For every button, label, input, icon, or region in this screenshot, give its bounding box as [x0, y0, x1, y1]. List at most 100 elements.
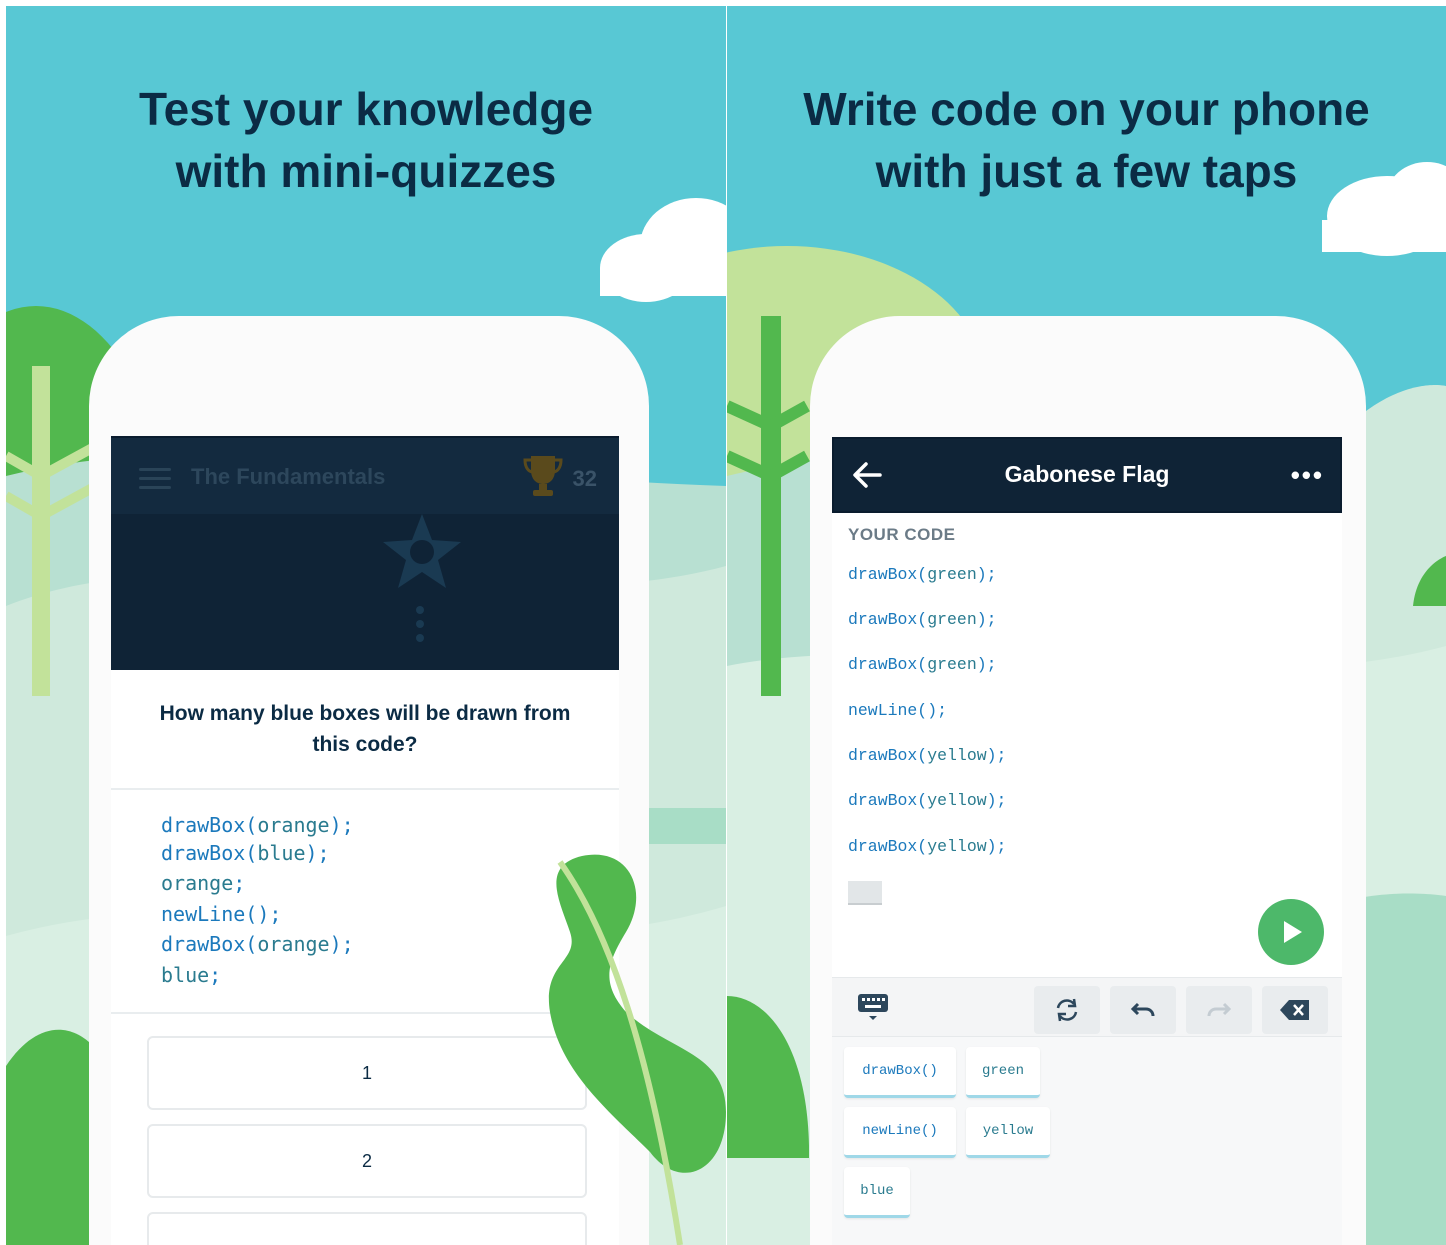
- chip-label: drawBox(): [862, 1063, 938, 1079]
- code-arg: green: [927, 610, 977, 629]
- code-fn: drawBox(: [848, 837, 928, 856]
- editor-app-bar: Gabonese Flag •••: [832, 437, 1342, 513]
- keyboard-icon[interactable]: [856, 992, 890, 1022]
- code-end: );: [257, 901, 282, 926]
- code-end: );: [976, 610, 997, 629]
- code-arg: orange: [257, 932, 330, 956]
- phone-frame-right: Gabonese Flag ••• YOUR CODE drawBox(gree…: [810, 316, 1366, 1245]
- your-code-label: YOUR CODE: [848, 525, 956, 544]
- path-dot: [416, 620, 424, 628]
- headline-left-line-2: with mini-quizzes: [175, 145, 557, 197]
- backspace-icon: [1280, 1000, 1309, 1020]
- quiz-question-text: How many blue boxes will be drawn from t…: [159, 702, 571, 756]
- quiz-question: How many blue boxes will be drawn from t…: [111, 670, 619, 790]
- code-arg: orange: [161, 871, 234, 895]
- code-end: );: [986, 837, 1007, 856]
- code-arg: orange: [257, 813, 330, 837]
- hamburger-menu-icon[interactable]: [139, 468, 171, 489]
- code-end: );: [329, 813, 354, 837]
- code-end: );: [305, 840, 330, 865]
- right-promo-panel: Write code on your phone with just a few…: [727, 6, 1446, 1245]
- code-line[interactable]: drawBox(yellow);: [848, 791, 1006, 810]
- chip-newline[interactable]: newLine(): [844, 1107, 956, 1158]
- code-fn: newLine(: [161, 901, 258, 926]
- chip-label: blue: [860, 1183, 894, 1199]
- code-fn: newLine(: [848, 701, 928, 720]
- headline-right-line-2: with just a few taps: [875, 145, 1298, 197]
- code-line[interactable]: drawBox(yellow);: [848, 746, 1006, 765]
- chip-label: green: [981, 1063, 1024, 1079]
- dimmed-map-area: The Fundamentals 32: [111, 438, 619, 670]
- chip-blue[interactable]: blue: [844, 1167, 910, 1218]
- answer-option-3[interactable]: 3: [147, 1212, 587, 1245]
- run-button[interactable]: [1258, 899, 1324, 965]
- chip-green[interactable]: green: [966, 1047, 1040, 1098]
- code-line[interactable]: drawBox(green);: [848, 565, 997, 584]
- code-arg: blue: [161, 962, 210, 987]
- headline-right: Write code on your phone with just a few…: [727, 78, 1446, 202]
- answer-option-2[interactable]: 2: [147, 1124, 587, 1198]
- more-dots-icon[interactable]: •••: [1291, 462, 1324, 488]
- redo-icon: [1207, 1002, 1232, 1017]
- code-fn: drawBox(: [161, 840, 258, 865]
- code-fn: drawBox(: [848, 655, 928, 674]
- undo-button[interactable]: [1110, 986, 1176, 1034]
- editor-toolbar: [832, 977, 1342, 1037]
- headline-right-line-1: Write code on your phone: [803, 83, 1370, 135]
- leaf-illustration: [548, 854, 726, 1245]
- course-title: The Fundamentals: [191, 464, 386, 489]
- code-fn: drawBox(: [161, 813, 258, 837]
- answer-label: 1: [361, 1062, 372, 1083]
- headline-left-line-1: Test your knowledge: [138, 83, 594, 135]
- code-line: blue;: [161, 960, 354, 991]
- chip-label: newLine(): [862, 1123, 938, 1139]
- code-line[interactable]: drawBox(yellow);: [848, 837, 1006, 856]
- redo-button[interactable]: [1186, 986, 1252, 1034]
- code-chip-tray: drawBox() green newLine() yellow blue: [832, 1037, 1342, 1245]
- code-fn: drawBox(: [848, 610, 928, 629]
- quiz-code-block: drawBox(orange); drawBox(blue); orange; …: [161, 810, 354, 990]
- code-line: orange;: [161, 868, 354, 899]
- code-arg: green: [927, 655, 977, 674]
- code-line[interactable]: drawBox(green);: [848, 655, 997, 674]
- code-end: );: [986, 746, 1007, 765]
- code-line[interactable]: drawBox(green);: [848, 610, 997, 629]
- code-arg: green: [927, 565, 977, 584]
- code-fn: drawBox(: [848, 746, 928, 765]
- answer-option-1[interactable]: 1: [147, 1036, 587, 1110]
- code-line: drawBox(orange);: [161, 810, 354, 841]
- backspace-button[interactable]: [1262, 986, 1328, 1034]
- left-promo-panel: Test your knowledge with mini-quizzes Th…: [6, 6, 726, 1245]
- code-line: drawBox(blue);: [161, 838, 354, 869]
- code-end: );: [976, 565, 997, 584]
- level-star-icon: [383, 514, 461, 588]
- refresh-button[interactable]: [1034, 986, 1100, 1034]
- code-line: drawBox(orange);: [161, 929, 354, 960]
- code-arg: yellow: [927, 837, 987, 856]
- code-editor-screen: Gabonese Flag ••• YOUR CODE drawBox(gree…: [832, 437, 1342, 1245]
- answer-label: 2: [361, 1150, 372, 1171]
- quiz-app-bar: The Fundamentals 32: [111, 438, 619, 514]
- chip-drawbox[interactable]: drawBox(): [844, 1047, 956, 1098]
- refresh-icon: [1056, 998, 1078, 1022]
- code-line[interactable]: newLine();: [848, 701, 947, 720]
- code-arg: yellow: [927, 746, 987, 765]
- code-insert-cursor[interactable]: [848, 881, 882, 905]
- code-arg: yellow: [927, 791, 987, 810]
- code-fn: drawBox(: [848, 565, 928, 584]
- play-icon: [1284, 921, 1302, 943]
- trophy-count: 32: [572, 466, 597, 491]
- code-fn: drawBox(: [848, 791, 928, 810]
- chip-label: yellow: [982, 1123, 1034, 1139]
- undo-icon: [1130, 1002, 1155, 1017]
- code-fn: drawBox(: [161, 932, 258, 956]
- headline-left: Test your knowledge with mini-quizzes: [6, 78, 726, 202]
- path-dot: [416, 634, 424, 642]
- code-line: newLine();: [161, 899, 354, 930]
- chip-yellow[interactable]: yellow: [966, 1107, 1050, 1158]
- path-dot: [416, 606, 424, 614]
- code-end: );: [976, 655, 997, 674]
- code-end: );: [329, 932, 354, 956]
- code-end: ;: [233, 871, 246, 895]
- code-end: );: [986, 791, 1007, 810]
